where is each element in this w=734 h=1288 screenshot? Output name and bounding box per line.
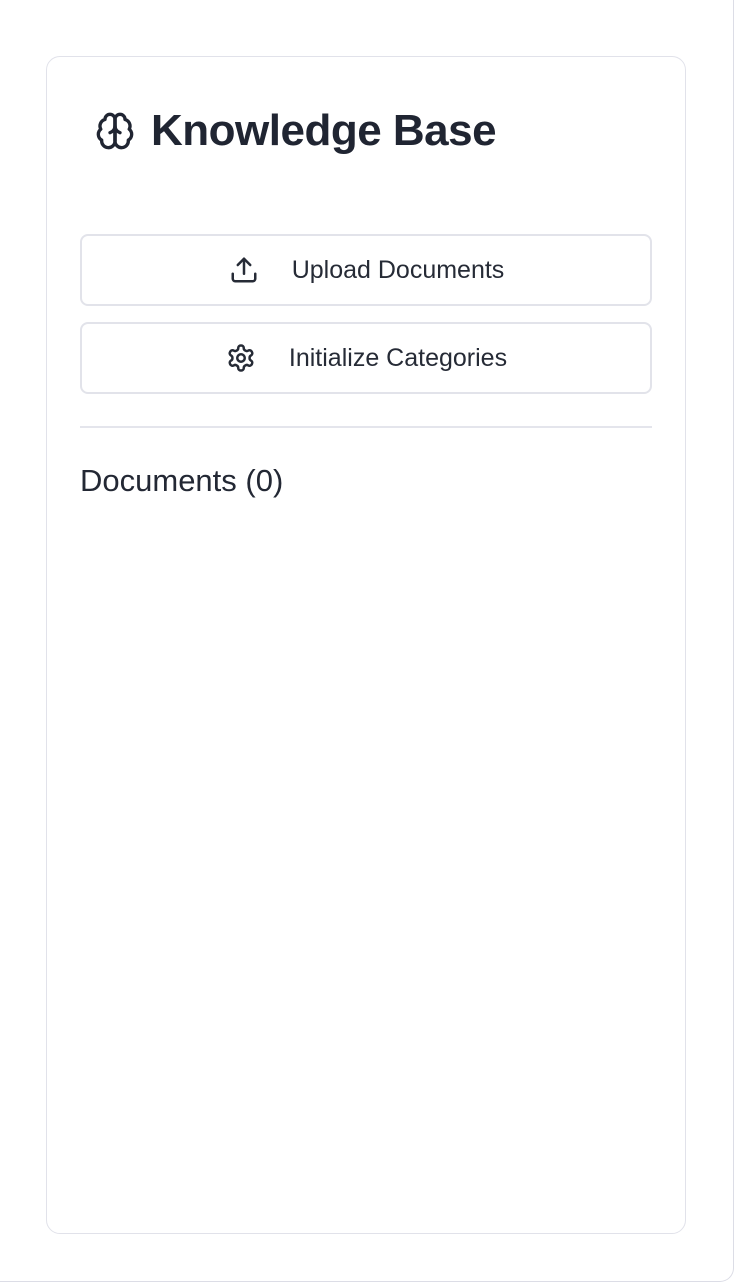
upload-documents-button[interactable]: Upload Documents — [80, 234, 652, 306]
panel-header: Knowledge Base — [95, 105, 497, 157]
documents-heading: Documents (0) — [80, 463, 284, 498]
brain-icon — [95, 111, 135, 151]
page-title: Knowledge Base — [151, 106, 497, 155]
initialize-categories-button[interactable]: Initialize Categories — [80, 322, 652, 394]
knowledge-base-panel: Knowledge Base Upload Documents Initiali… — [46, 56, 686, 1234]
upload-icon — [228, 254, 260, 286]
upload-documents-label: Upload Documents — [291, 255, 505, 284]
app-frame: Knowledge Base Upload Documents Initiali… — [0, 0, 734, 1282]
initialize-categories-label: Initialize Categories — [288, 343, 508, 372]
gear-icon — [225, 342, 257, 374]
section-divider — [80, 426, 652, 428]
